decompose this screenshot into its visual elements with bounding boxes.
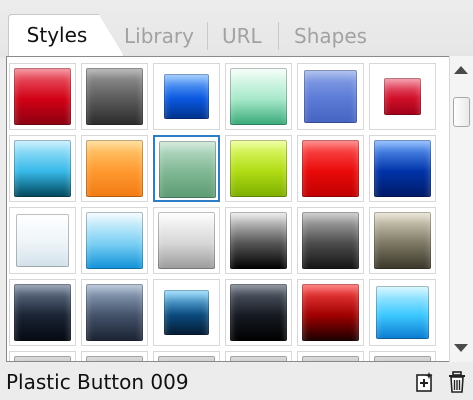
style-swatch-black-chrome[interactable] — [225, 207, 292, 274]
style-swatch-slate-glass[interactable] — [81, 279, 148, 346]
status-bar: Plastic Button 009 — [0, 362, 473, 400]
style-preview — [304, 70, 357, 123]
selected-style-name: Plastic Button 009 — [6, 370, 189, 394]
style-preview — [86, 68, 143, 125]
style-preview — [164, 290, 209, 335]
style-preview — [302, 212, 359, 269]
style-swatch-glossy-dark-gray[interactable] — [81, 63, 148, 130]
style-preview — [384, 78, 421, 115]
tab-shapes[interactable]: Shapes — [294, 19, 367, 53]
style-preview — [302, 140, 359, 197]
style-swatch-sky-blue-gradient[interactable] — [81, 207, 148, 274]
style-swatch-navy-blue[interactable] — [369, 135, 436, 202]
style-preview — [374, 140, 431, 197]
style-swatch-partial-4[interactable] — [225, 351, 292, 361]
style-preview — [158, 212, 215, 269]
style-swatch-white-soft[interactable] — [9, 207, 76, 274]
new-style-icon — [416, 372, 433, 392]
vertical-scrollbar[interactable] — [449, 56, 473, 362]
style-swatch-orange-glow[interactable] — [81, 135, 148, 202]
triangle-down-icon[interactable] — [454, 344, 468, 352]
style-swatch-soft-blue[interactable] — [297, 63, 364, 130]
style-swatch-bronze-chrome[interactable] — [369, 207, 436, 274]
style-swatch-bright-red[interactable] — [297, 135, 364, 202]
style-preview — [164, 74, 209, 119]
style-preview — [376, 286, 429, 339]
tab-divider — [207, 22, 208, 50]
style-swatch-silver-gradient[interactable] — [153, 207, 220, 274]
style-preview — [14, 284, 71, 341]
style-swatch-red-small-gem[interactable] — [369, 63, 436, 130]
tab-styles[interactable]: Styles — [8, 14, 124, 56]
trash-icon — [449, 371, 465, 393]
style-swatch-aqua-glass[interactable] — [369, 279, 436, 346]
tab-strip: Styles Library URL Shapes — [0, 0, 473, 58]
scrollbar-thumb[interactable] — [453, 97, 470, 127]
style-preview — [230, 140, 287, 197]
style-preview — [86, 212, 143, 269]
style-swatch-partial-2[interactable] — [81, 351, 148, 361]
style-preview — [230, 284, 287, 341]
style-swatch-partial-5[interactable] — [297, 351, 364, 361]
style-preview — [86, 284, 143, 341]
style-swatch-partial-6[interactable] — [369, 351, 436, 361]
style-gallery — [6, 56, 473, 362]
tab-divider — [278, 22, 279, 50]
delete-style-button[interactable] — [446, 370, 468, 394]
style-swatch-sage-green[interactable] — [153, 135, 220, 202]
style-swatch-mint-glow[interactable] — [225, 63, 292, 130]
style-preview — [14, 68, 71, 125]
style-swatch-partial-3[interactable] — [153, 351, 220, 361]
style-preview — [302, 284, 359, 341]
triangle-up-icon[interactable] — [454, 66, 468, 74]
style-preview — [230, 212, 287, 269]
style-swatch-red-black-chrome[interactable] — [297, 279, 364, 346]
style-preview — [14, 140, 71, 197]
style-preview — [374, 212, 431, 269]
tab-url[interactable]: URL — [222, 19, 262, 53]
style-preview — [159, 141, 216, 198]
style-swatch-gunmetal-chrome[interactable] — [297, 207, 364, 274]
style-swatch-black-glass[interactable] — [225, 279, 292, 346]
style-swatch-glossy-red[interactable] — [9, 63, 76, 130]
new-style-button[interactable] — [414, 370, 436, 394]
style-swatch-blue-ring-glow[interactable] — [153, 279, 220, 346]
style-preview — [86, 140, 143, 197]
style-swatch-cyan-horizon[interactable] — [9, 135, 76, 202]
style-swatch-dark-navy-glass[interactable] — [9, 279, 76, 346]
tab-library[interactable]: Library — [124, 19, 194, 53]
style-swatch-lime-green[interactable] — [225, 135, 292, 202]
style-swatch-partial-1[interactable] — [9, 351, 76, 361]
style-swatch-beveled-blue[interactable] — [153, 63, 220, 130]
style-preview — [230, 68, 287, 125]
style-preview — [16, 214, 69, 267]
